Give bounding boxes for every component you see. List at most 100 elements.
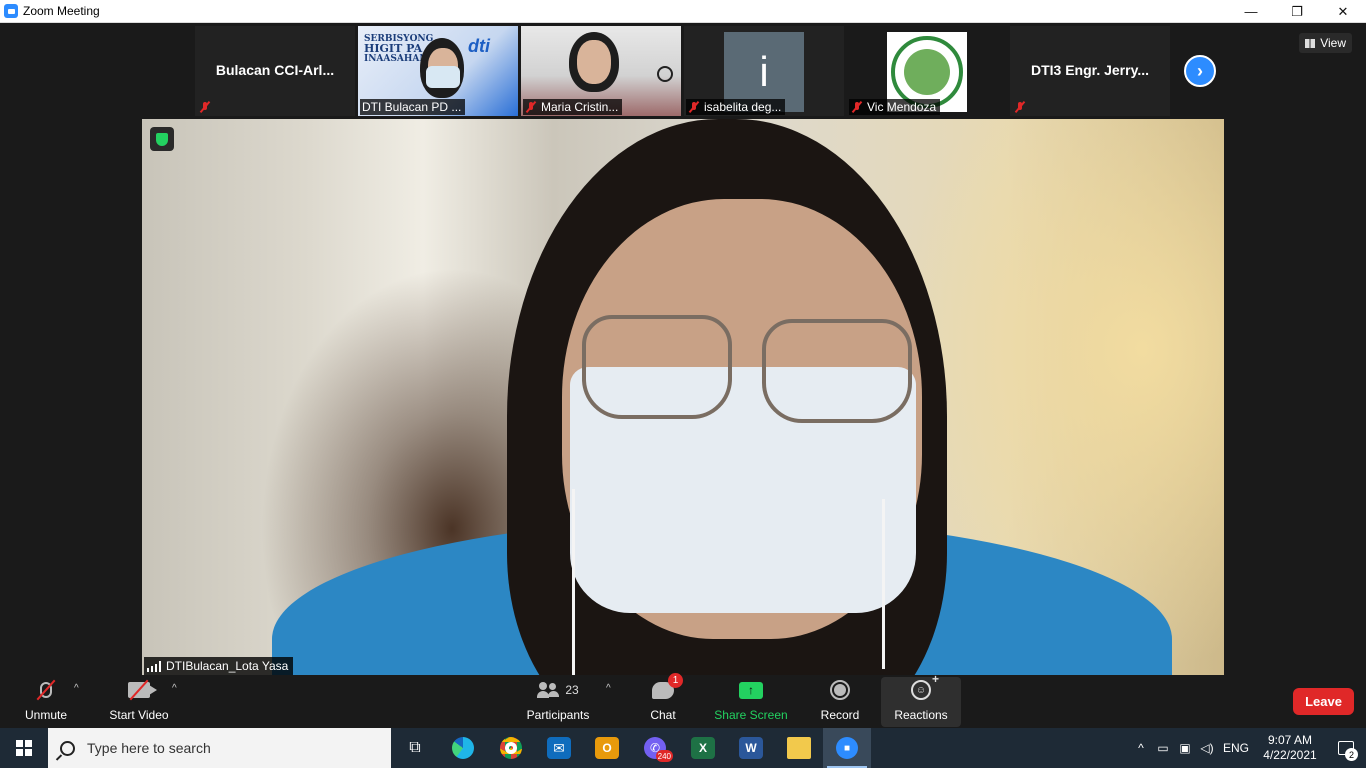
excel-app[interactable]: X — [679, 728, 727, 768]
word-icon: W — [739, 737, 763, 759]
window-title: Zoom Meeting — [23, 4, 100, 18]
task-view-button[interactable]: ⧉ — [391, 728, 439, 768]
mic-muted-icon — [525, 101, 537, 113]
reactions-label: Reactions — [894, 708, 948, 722]
close-button[interactable]: ✕ — [1320, 0, 1366, 23]
chrome-icon — [500, 737, 522, 759]
reactions-button[interactable]: ☺ + Reactions — [881, 672, 961, 727]
action-center-button[interactable]: 2 — [1326, 741, 1366, 761]
start-button[interactable] — [0, 728, 48, 768]
mic-muted-icon — [851, 101, 863, 113]
participant-name: Vic Mendoza — [867, 100, 937, 114]
speaker-label: DTIBulacan_Lota Yasa — [144, 657, 294, 675]
participants-button[interactable]: 23 Participants — [522, 677, 594, 727]
ring-light — [657, 66, 673, 82]
participant-label — [197, 99, 219, 115]
excel-icon: X — [691, 737, 715, 759]
word-app[interactable]: W — [727, 728, 775, 768]
plus-icon: + — [931, 672, 939, 686]
speaker-glasses — [582, 315, 732, 419]
record-button[interactable]: Record — [814, 677, 866, 727]
unmute-button[interactable]: Unmute — [16, 677, 76, 727]
participant-label: isabelita deg... — [686, 99, 786, 115]
camera-icon-wrap — [128, 678, 157, 702]
participants-icon — [537, 682, 560, 698]
zoom-app-icon — [4, 4, 18, 18]
taskbar-clock[interactable]: 9:07 AM 4/22/2021 — [1254, 733, 1326, 763]
seal-icon — [891, 36, 963, 108]
participant-label: Maria Cristin... — [523, 99, 623, 115]
mail-app[interactable]: ✉ — [535, 728, 583, 768]
volume-icon[interactable]: ◁) — [1196, 741, 1218, 755]
view-button[interactable]: View — [1299, 33, 1352, 53]
search-icon — [60, 740, 75, 756]
share-screen-icon: ↑ — [739, 681, 763, 699]
dti-logo: dti — [468, 36, 490, 56]
window-titlebar: Zoom Meeting — ❐ ✕ — [0, 0, 1366, 23]
view-label: View — [1320, 36, 1346, 50]
mic-muted-icon — [199, 101, 211, 113]
participant-face — [577, 40, 611, 84]
language-indicator[interactable]: ENG — [1218, 741, 1254, 755]
record-label: Record — [820, 708, 860, 722]
active-speaker-video: DTIBulacan_Lota Yasa — [142, 119, 1224, 675]
meet-now-icon[interactable]: ▭ — [1152, 741, 1174, 755]
participant-name: isabelita deg... — [704, 100, 782, 114]
share-screen-label: Share Screen — [714, 708, 788, 722]
outlook-app[interactable]: O — [583, 728, 631, 768]
participant-tile[interactable]: Vic Mendoza — [847, 26, 1007, 116]
video-options-caret[interactable]: ^ — [172, 683, 177, 694]
start-video-label: Start Video — [109, 708, 169, 722]
start-video-button[interactable]: Start Video — [104, 677, 174, 727]
unmute-label: Unmute — [24, 708, 68, 722]
grid-icon — [1305, 38, 1316, 48]
leave-button[interactable]: Leave — [1293, 688, 1354, 715]
participant-tile[interactable]: Maria Cristin... — [521, 26, 681, 116]
chat-icon-wrap: 1 — [652, 673, 683, 702]
folder-icon — [787, 737, 811, 759]
record-icon — [830, 680, 850, 700]
participant-name: Maria Cristin... — [541, 100, 619, 114]
chat-badge: 1 — [668, 673, 683, 688]
taskbar-search[interactable]: Type here to search — [48, 728, 391, 768]
system-tray: ^ ▭ ▣ ◁) ENG 9:07 AM 4/22/2021 2 — [1130, 728, 1366, 768]
clock-date: 4/22/2021 — [1263, 748, 1317, 762]
participants-options-caret[interactable]: ^ — [606, 683, 611, 694]
viber-badge: 240 — [655, 750, 673, 762]
earphone-cable — [882, 499, 885, 669]
outlook-icon: O — [595, 737, 619, 759]
minimize-button[interactable]: — — [1228, 0, 1274, 23]
face-mask — [426, 66, 460, 88]
next-page-button[interactable]: › — [1184, 55, 1216, 87]
shield-check-icon[interactable] — [150, 127, 174, 151]
restore-button[interactable]: ❐ — [1274, 0, 1320, 23]
earphone-cable — [572, 489, 575, 675]
smiley-icon: ☺ — [911, 680, 931, 700]
participant-tile[interactable]: Bulacan CCI-Arl... — [195, 26, 355, 116]
viber-app[interactable]: ✆ 240 — [631, 728, 679, 768]
chat-label: Chat — [650, 708, 676, 722]
tray-chevron-icon[interactable]: ^ — [1130, 741, 1152, 755]
edge-icon — [452, 737, 474, 759]
share-icon-wrap: ↑ — [739, 678, 763, 702]
participant-tile[interactable]: i isabelita deg... — [684, 26, 844, 116]
participant-label — [1012, 99, 1034, 115]
meeting-toolbar: Unmute ^ Start Video ^ 23 Participants ^… — [0, 672, 1366, 728]
chrome-app[interactable] — [487, 728, 535, 768]
edge-app[interactable] — [439, 728, 487, 768]
record-icon-wrap — [830, 678, 850, 702]
file-explorer-app[interactable] — [775, 728, 823, 768]
participants-icon-wrap: 23 — [537, 678, 579, 702]
windows-logo-icon — [16, 740, 32, 756]
audio-options-caret[interactable]: ^ — [74, 683, 79, 694]
share-screen-button[interactable]: ↑ Share Screen — [712, 677, 790, 727]
zoom-taskbar-app[interactable]: ■ — [823, 728, 871, 768]
participant-tile[interactable]: SERBISYONG HIGIT PA INAASAHAN dti DTI Bu… — [358, 26, 518, 116]
notification-count: 2 — [1345, 748, 1358, 761]
network-icon[interactable]: ▣ — [1174, 741, 1196, 755]
search-placeholder: Type here to search — [87, 740, 211, 756]
participant-name: DTI3 Engr. Jerry... — [1030, 62, 1149, 78]
participant-tile[interactable]: DTI3 Engr. Jerry... — [1010, 26, 1170, 116]
chat-button[interactable]: 1 Chat — [638, 673, 688, 727]
window-controls: — ❐ ✕ — [1228, 0, 1366, 23]
